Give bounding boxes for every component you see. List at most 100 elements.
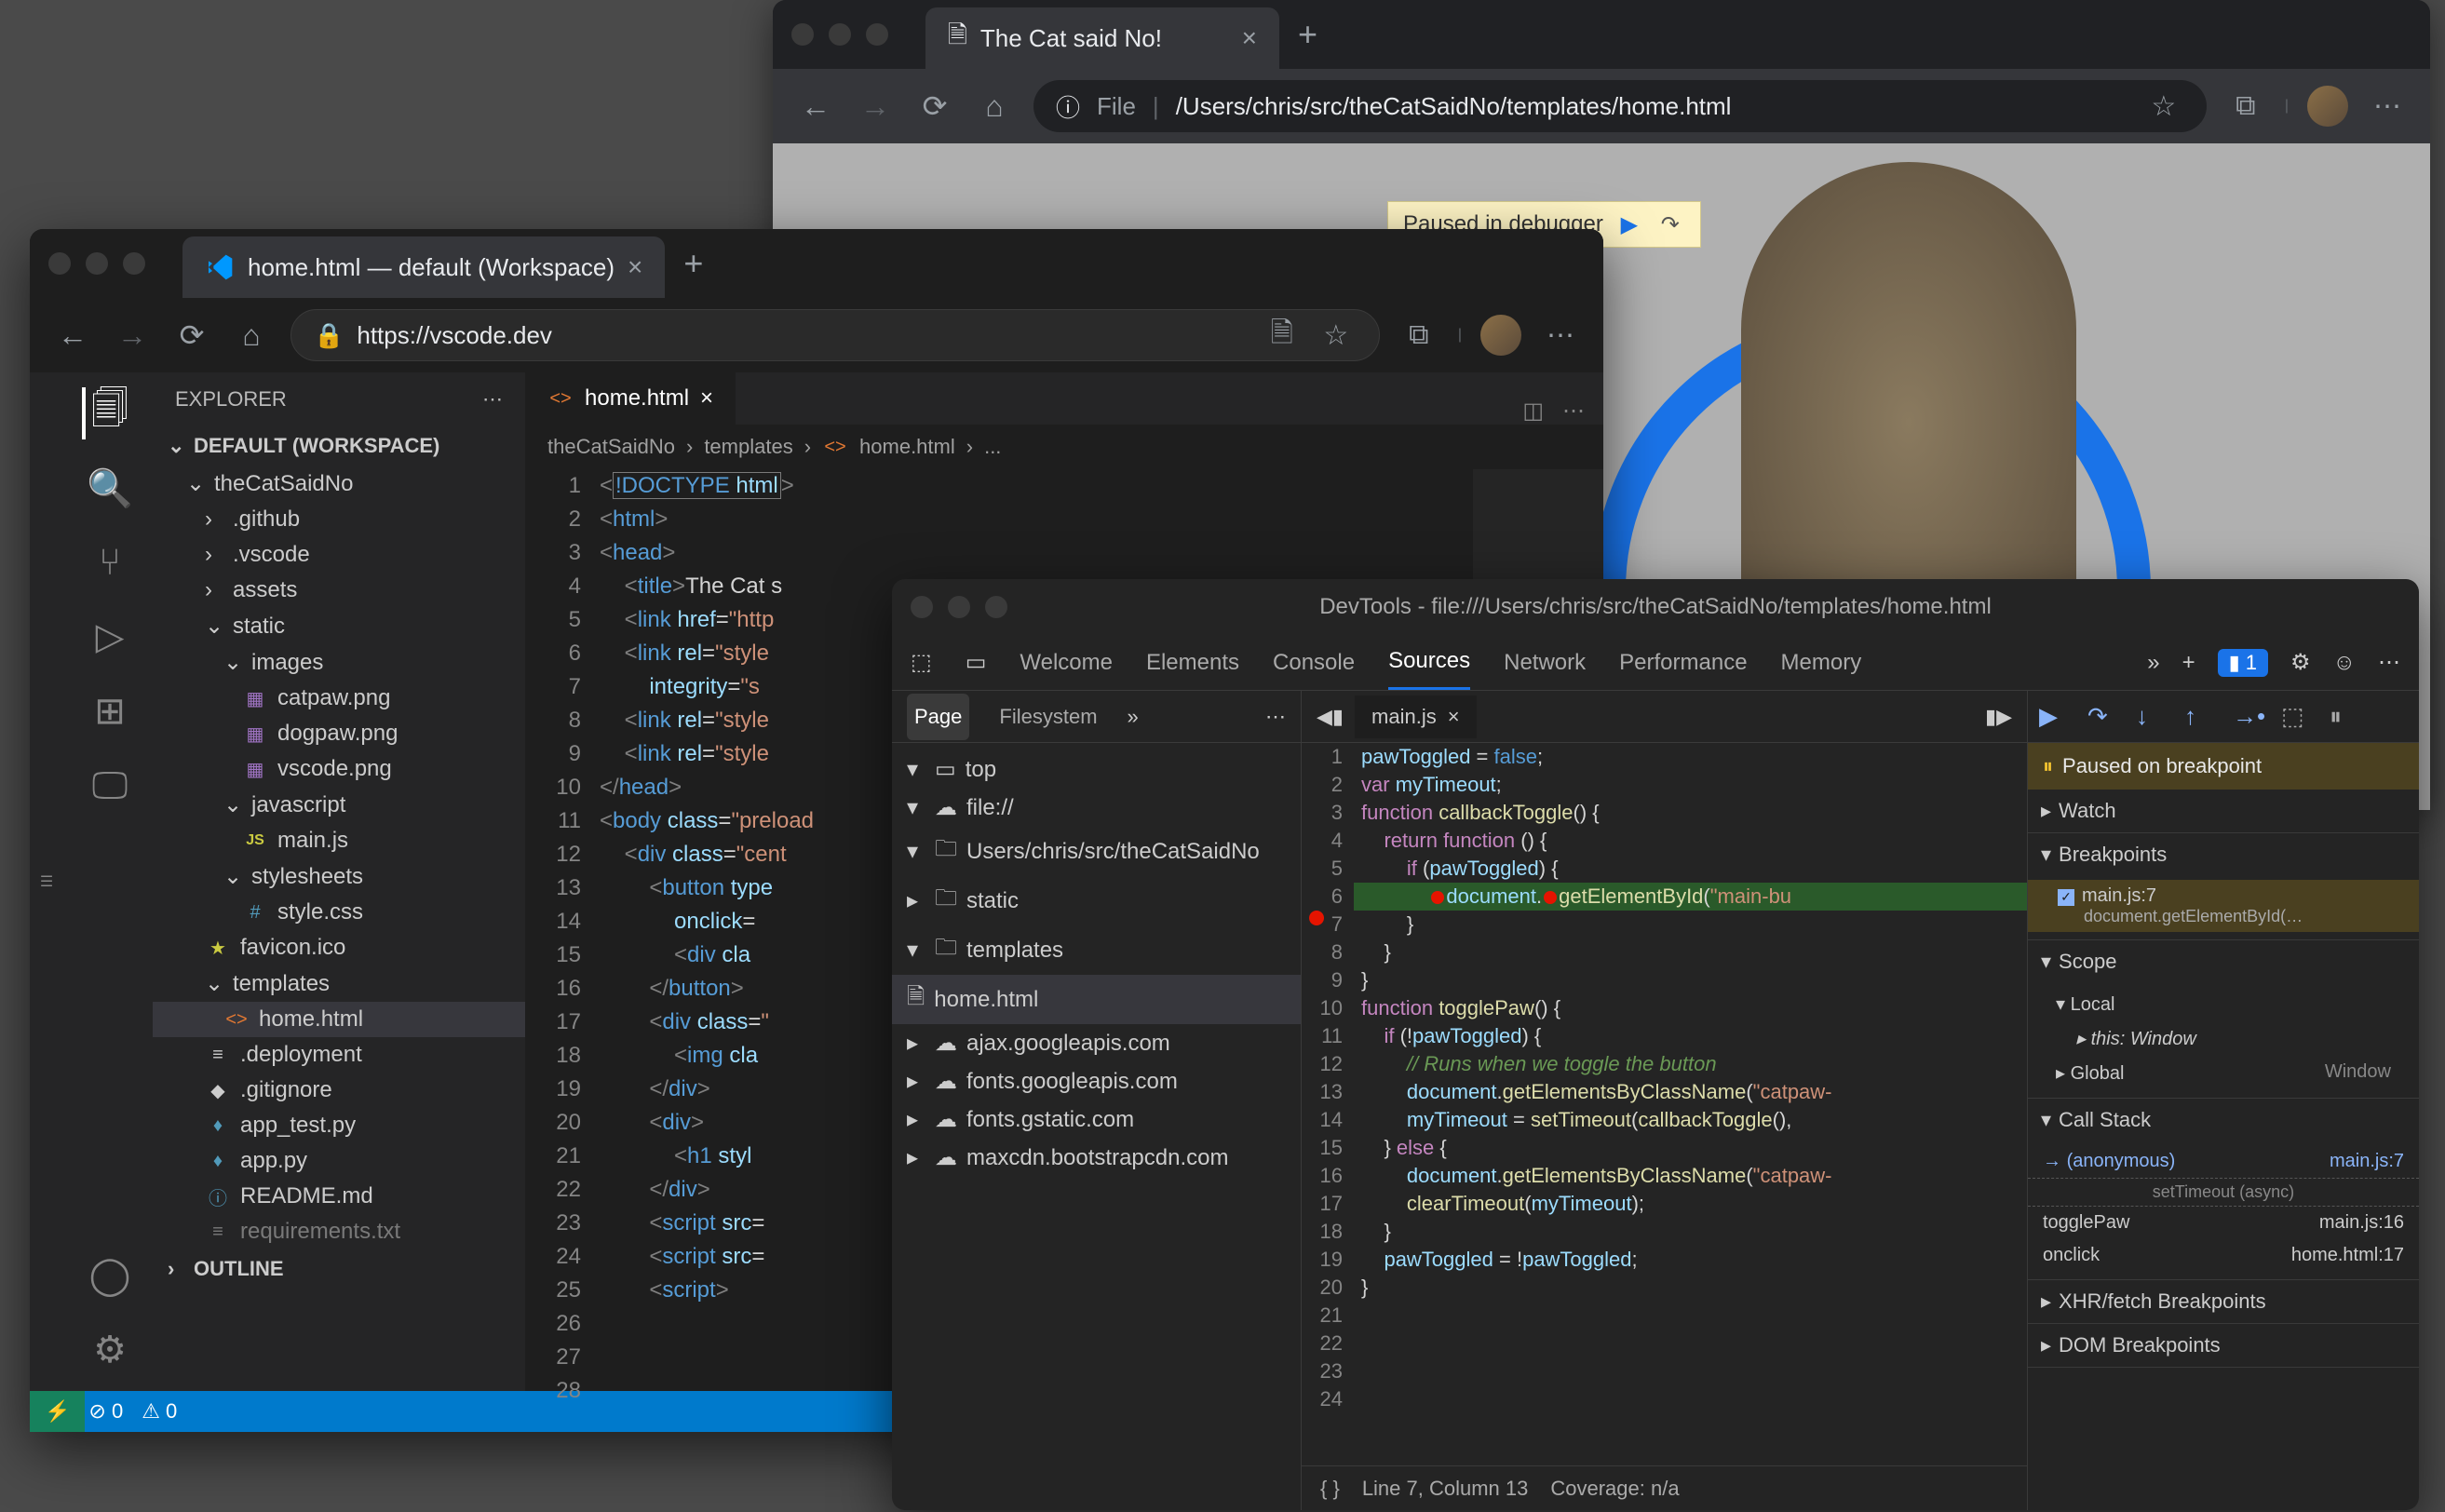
scope-local[interactable]: ▾ Local <box>2028 987 2419 1021</box>
issues-badge[interactable]: ▮ 1 <box>2218 649 2268 677</box>
device-toolbar-icon[interactable]: ▭ <box>966 649 987 676</box>
more-icon[interactable]: ⋯ <box>1540 315 1581 356</box>
tab-console[interactable]: Console <box>1273 637 1355 689</box>
step-over-icon[interactable]: ↷ <box>1655 209 1685 239</box>
remote-explorer-icon[interactable]: 🖵 <box>82 760 134 812</box>
vscode-browser-tab[interactable]: home.html — default (Workspace) × <box>182 236 665 298</box>
more-icon[interactable]: ⋯ <box>2367 86 2408 127</box>
new-tab-button[interactable]: + <box>1298 15 1317 54</box>
toggle-debug-icon[interactable]: ▮▶ <box>1985 705 2012 729</box>
tab-memory[interactable]: Memory <box>1781 637 1862 689</box>
breakpoint-checkbox[interactable]: ✓ <box>2058 889 2074 906</box>
home-button[interactable]: ⌂ <box>974 86 1015 127</box>
minimize-window-button[interactable] <box>86 252 108 275</box>
more-tabs-icon[interactable]: » <box>1128 705 1139 729</box>
more-tabs-icon[interactable]: » <box>2147 650 2159 676</box>
home-button[interactable]: ⌂ <box>231 315 272 356</box>
warnings-count[interactable]: ⚠ 0 <box>142 1399 177 1424</box>
callstack-header[interactable]: ▾ Call Stack <box>2028 1099 2419 1141</box>
pause-exceptions-button[interactable]: ⏸ <box>2330 702 2359 732</box>
profile-avatar[interactable] <box>1480 315 1521 356</box>
tree-homehtml[interactable]: 🗎 home.html <box>892 975 1301 1024</box>
minimize-window-button[interactable] <box>829 23 851 46</box>
browser-tab[interactable]: 🗎 The Cat said No! × <box>925 7 1279 69</box>
more-icon[interactable]: ⋯ <box>1265 705 1286 729</box>
tree-userpath[interactable]: ▾🗀 Users/chris/src/theCatSaidNo <box>892 827 1301 876</box>
file-apptest[interactable]: ♦app_test.py <box>153 1108 525 1143</box>
workspace-section[interactable]: ⌄ DEFAULT (WORKSPACE) <box>153 426 525 466</box>
tab-network[interactable]: Network <box>1504 637 1586 689</box>
source-control-icon[interactable]: ⑂ <box>82 536 134 588</box>
scope-this[interactable]: ▸ this: Window <box>2028 1021 2419 1056</box>
close-tab-icon[interactable]: × <box>1242 23 1257 53</box>
folder-javascript[interactable]: ⌄javascript <box>153 787 525 823</box>
scope-header[interactable]: ▾ Scope <box>2028 940 2419 983</box>
new-tab-icon[interactable]: + <box>2182 650 2195 676</box>
extensions-icon[interactable]: ⊞ <box>82 685 134 737</box>
breakpoint-marker[interactable] <box>1309 911 1324 925</box>
tree-templates[interactable]: ▾🗀 templates <box>892 925 1301 975</box>
breadcrumb[interactable]: theCatSaidNo › templates › <> home.html … <box>525 425 1603 469</box>
breakpoints-header[interactable]: ▾ Breakpoints <box>2028 833 2419 876</box>
forward-button[interactable]: → <box>855 86 896 127</box>
dom-header[interactable]: ▸ DOM Breakpoints <box>2028 1324 2419 1367</box>
folder-assets[interactable]: ›assets <box>153 573 525 608</box>
folder-github[interactable]: ›.github <box>153 502 525 537</box>
back-button[interactable]: ← <box>52 315 93 356</box>
inspect-icon[interactable]: ⬚ <box>911 649 932 676</box>
profile-avatar[interactable] <box>2307 86 2348 127</box>
menu-button[interactable]: ☰ <box>30 372 63 1391</box>
tab-welcome[interactable]: Welcome <box>1020 637 1113 689</box>
close-window-button[interactable] <box>791 23 814 46</box>
more-icon[interactable]: ⋯ <box>2378 649 2400 676</box>
file-gitignore[interactable]: ◆.gitignore <box>153 1073 525 1108</box>
folder-stylesheets[interactable]: ⌄stylesheets <box>153 858 525 895</box>
step-button[interactable]: →• <box>2233 702 2263 732</box>
maximize-window-button[interactable] <box>123 252 145 275</box>
favorite-icon[interactable]: ☆ <box>1316 315 1357 356</box>
step-out-button[interactable]: ↑ <box>2184 702 2214 732</box>
lock-icon[interactable]: 🔒 <box>314 321 344 350</box>
info-icon[interactable]: ⓘ <box>1056 89 1080 124</box>
file-mainjs[interactable]: JSmain.js <box>153 823 525 858</box>
folder-root[interactable]: ⌄theCatSaidNo <box>153 466 525 502</box>
maximize-window-button[interactable] <box>866 23 888 46</box>
back-button[interactable]: ← <box>795 86 836 127</box>
folder-vscode[interactable]: ›.vscode <box>153 537 525 573</box>
file-catpaw[interactable]: ▦catpaw.png <box>153 681 525 716</box>
breakpoint-item[interactable]: ✓main.js:7 document.getElementById(… <box>2028 880 2419 932</box>
refresh-button[interactable]: ⟳ <box>914 86 955 127</box>
tab-sources[interactable]: Sources <box>1388 635 1470 690</box>
settings-icon[interactable]: ⚙ <box>82 1324 134 1376</box>
tree-fonts1[interactable]: ▸☁ fonts.googleapis.com <box>892 1062 1301 1100</box>
file-vscodepng[interactable]: ▦vscode.png <box>153 751 525 787</box>
forward-button[interactable]: → <box>112 315 153 356</box>
file-requirements[interactable]: ≡requirements.txt <box>153 1214 525 1249</box>
tree-top[interactable]: ▾▭ top <box>892 750 1301 789</box>
tree-static[interactable]: ▸🗀 static <box>892 876 1301 925</box>
step-over-button[interactable]: ↷ <box>2087 702 2117 732</box>
maximize-window-button[interactable] <box>985 596 1007 618</box>
file-apppy[interactable]: ♦app.py <box>153 1143 525 1179</box>
search-icon[interactable]: 🔍 <box>82 462 134 514</box>
source-lines[interactable]: pawToggled = false; var myTimeout; funct… <box>1354 743 2027 1465</box>
xhr-header[interactable]: ▸ XHR/fetch Breakpoints <box>2028 1280 2419 1323</box>
url-bar[interactable]: 🔒 https://vscode.dev 🗎 ☆ <box>290 309 1380 361</box>
close-window-button[interactable] <box>48 252 71 275</box>
extensions-icon[interactable]: ⧉ <box>2225 86 2266 127</box>
source-code[interactable]: 123456 7 8910111213141516171819202122232… <box>1302 743 2027 1465</box>
explorer-icon[interactable]: 🗐 <box>82 387 134 439</box>
callstack-frame[interactable]: onclickhome.html:17 <box>2028 1239 2419 1272</box>
folder-static[interactable]: ⌄static <box>153 608 525 644</box>
filesystem-tab[interactable]: Filesystem <box>992 694 1104 740</box>
format-icon[interactable]: { } <box>1320 1477 1340 1501</box>
tree-maxcdn[interactable]: ▸☁ maxcdn.bootstrapcdn.com <box>892 1139 1301 1177</box>
breadcrumb-segment[interactable]: templates <box>704 435 792 459</box>
account-icon[interactable]: ◯ <box>82 1249 134 1302</box>
editor-tab-homehtml[interactable]: <> home.html × <box>525 372 736 425</box>
close-tab-icon[interactable]: × <box>700 385 713 412</box>
page-tab[interactable]: Page <box>907 694 969 740</box>
split-editor-icon[interactable]: ◫ <box>1522 398 1544 425</box>
refresh-button[interactable]: ⟳ <box>171 315 212 356</box>
file-stylecss[interactable]: #style.css <box>153 895 525 930</box>
